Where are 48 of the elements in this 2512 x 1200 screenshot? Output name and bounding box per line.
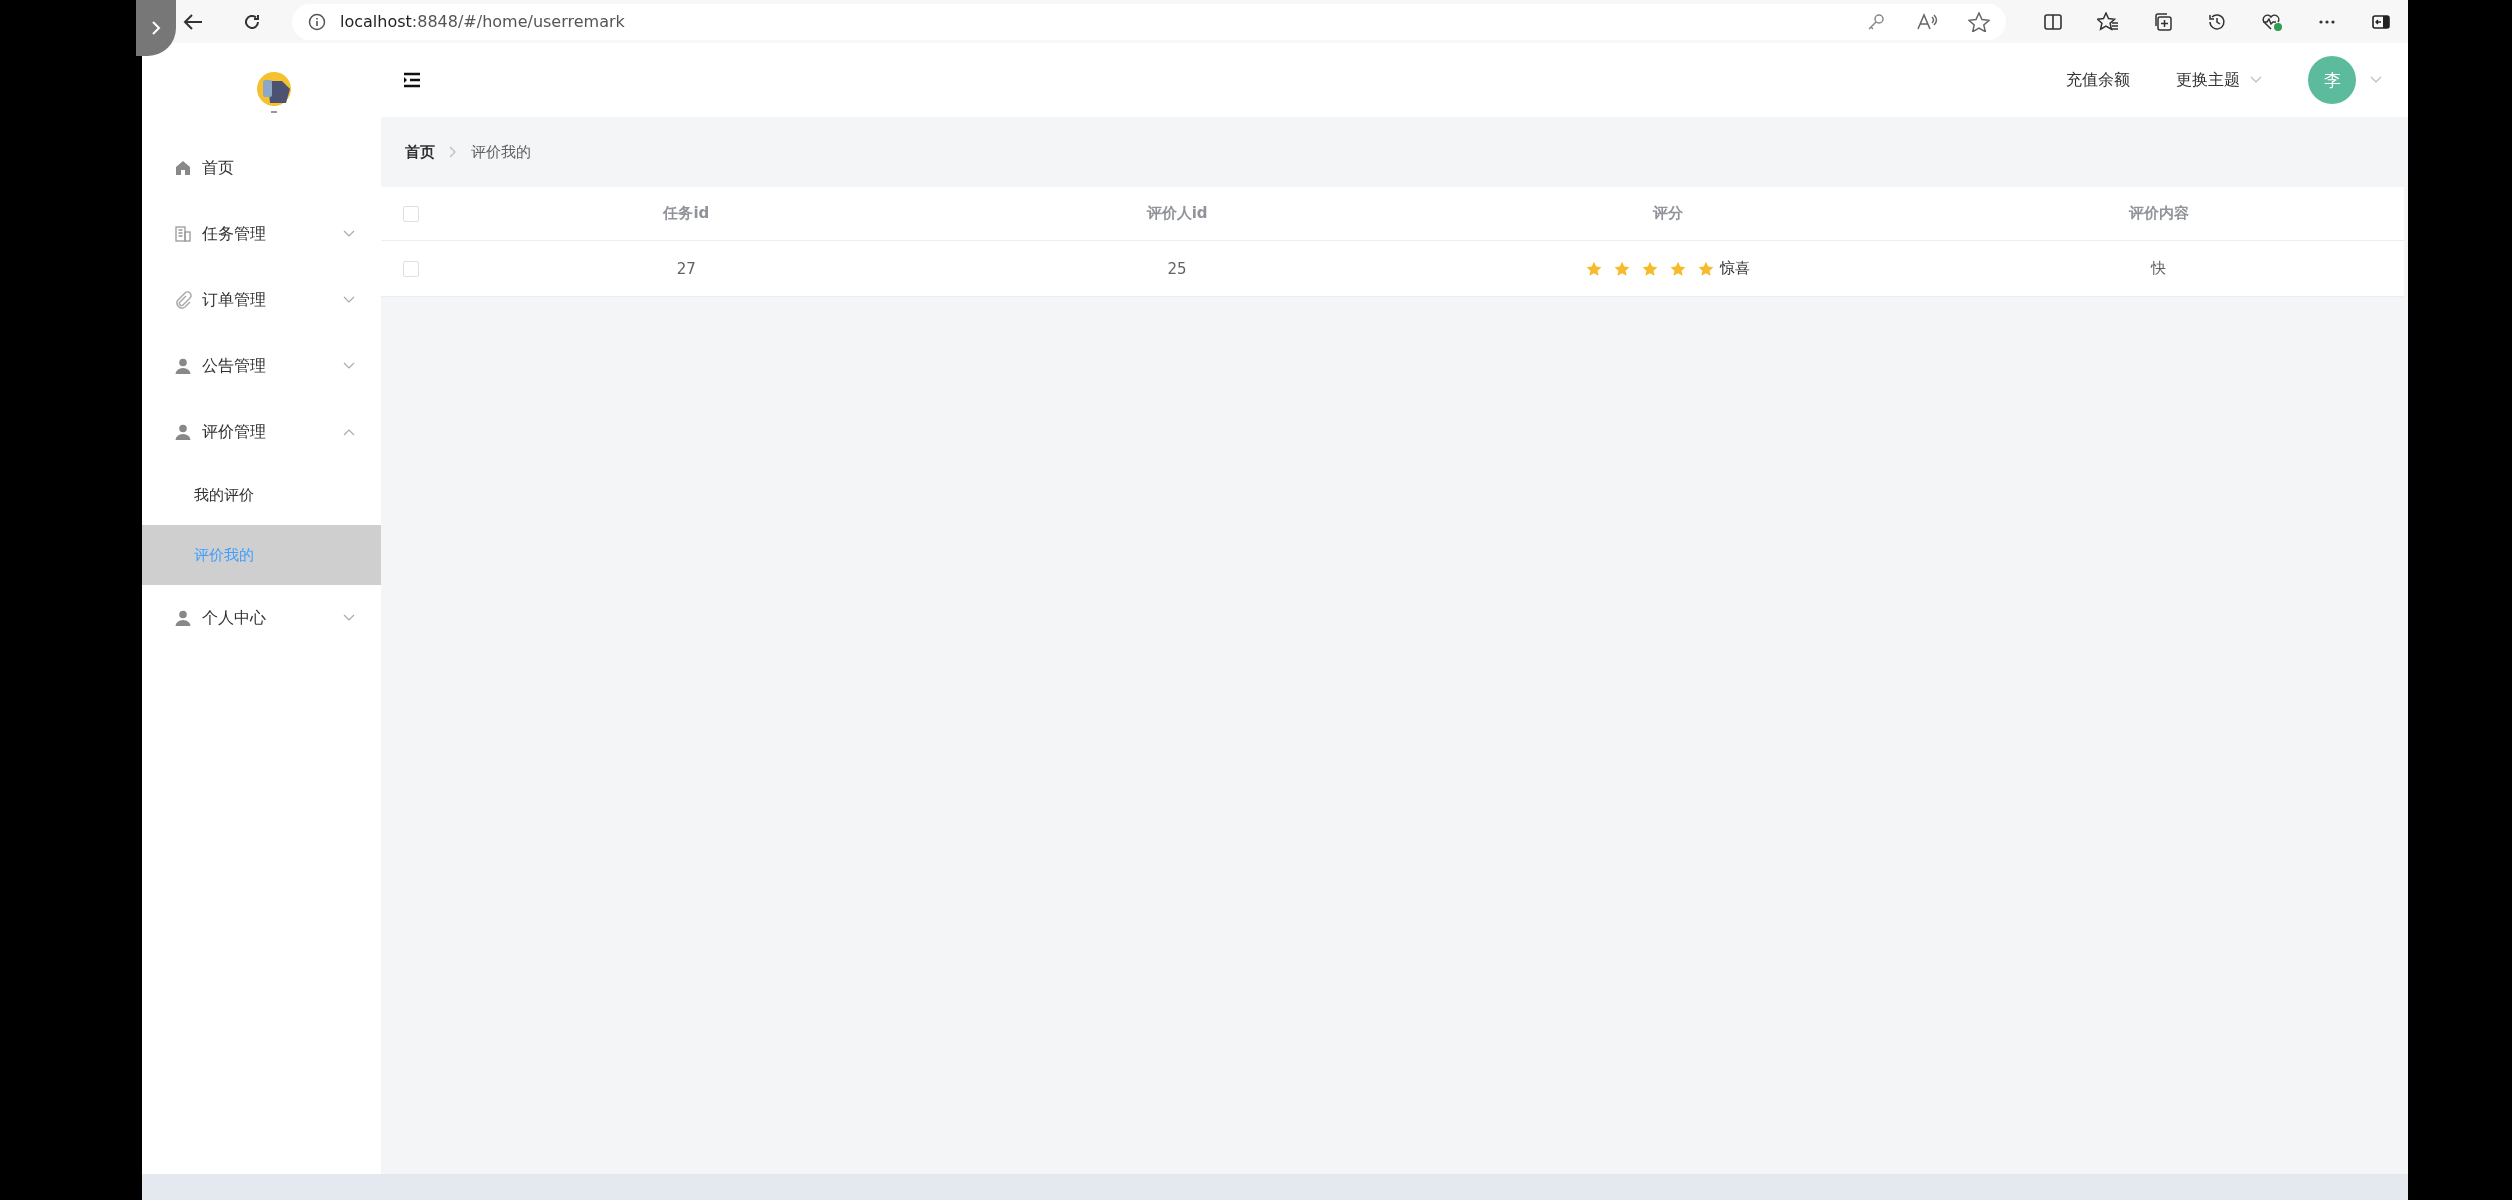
menu-icon[interactable]	[403, 72, 421, 88]
theme-dropdown[interactable]: 更换主题	[2176, 69, 2240, 91]
health-heart-icon[interactable]	[2261, 11, 2283, 32]
address-bar[interactable]: localhost:8848/#/home/userremark	[292, 3, 2006, 40]
chevron-icon	[2250, 76, 2262, 84]
menu-item[interactable]: 评价管理	[142, 399, 381, 465]
info-icon[interactable]	[308, 12, 326, 31]
back-icon[interactable]	[182, 11, 204, 32]
person-icon	[174, 609, 192, 627]
table-cell-text: 27	[675, 259, 697, 278]
building-icon	[174, 225, 192, 243]
collections-icon[interactable]	[2153, 11, 2173, 32]
home-icon	[174, 159, 192, 177]
menu-item[interactable]: 个人中心	[142, 585, 381, 651]
history-icon[interactable]	[2207, 11, 2227, 32]
read-aloud-icon[interactable]	[1916, 11, 1938, 32]
person-icon	[174, 423, 192, 441]
breadcrumb-item[interactable]: 首页	[405, 142, 435, 162]
checkbox[interactable]	[403, 205, 419, 222]
column-header: 评价人id	[1145, 204, 1209, 223]
star-icon	[1641, 260, 1658, 277]
column-header: 评价内容	[2127, 204, 2190, 223]
column-header: 任务id	[662, 204, 711, 223]
breadcrumb-item: 评价我的	[471, 142, 531, 162]
table-cell-text: 快	[2149, 259, 2168, 278]
chevron-icon	[2370, 76, 2382, 84]
favorite-star-icon[interactable]	[1968, 11, 1990, 32]
star-icon	[1613, 260, 1630, 277]
expand-handle[interactable]	[136, 0, 176, 56]
menu-item[interactable]: 任务管理	[142, 201, 381, 267]
menu-item[interactable]: 公告管理	[142, 333, 381, 399]
table-cell-text: 25	[1166, 259, 1188, 278]
star-icon	[1697, 260, 1714, 277]
star-icon	[1585, 260, 1602, 277]
key-icon[interactable]	[1866, 11, 1886, 32]
split-screen-icon[interactable]	[2043, 11, 2063, 32]
menu-item[interactable]: 订单管理	[142, 267, 381, 333]
star-icon	[1669, 260, 1686, 277]
person-icon	[174, 357, 192, 375]
menu-item[interactable]: 首页	[142, 135, 381, 201]
rating-label: 惊喜	[1719, 259, 1750, 278]
checkbox[interactable]	[403, 260, 419, 277]
recharge-link[interactable]: 充值余额	[2066, 69, 2130, 91]
paperclip-icon	[174, 291, 192, 309]
column-header: 评分	[1651, 204, 1684, 223]
submenu-item[interactable]: 我的评价	[142, 465, 381, 525]
favorites-icon[interactable]	[2097, 11, 2119, 32]
chevron-right-icon	[449, 146, 457, 158]
